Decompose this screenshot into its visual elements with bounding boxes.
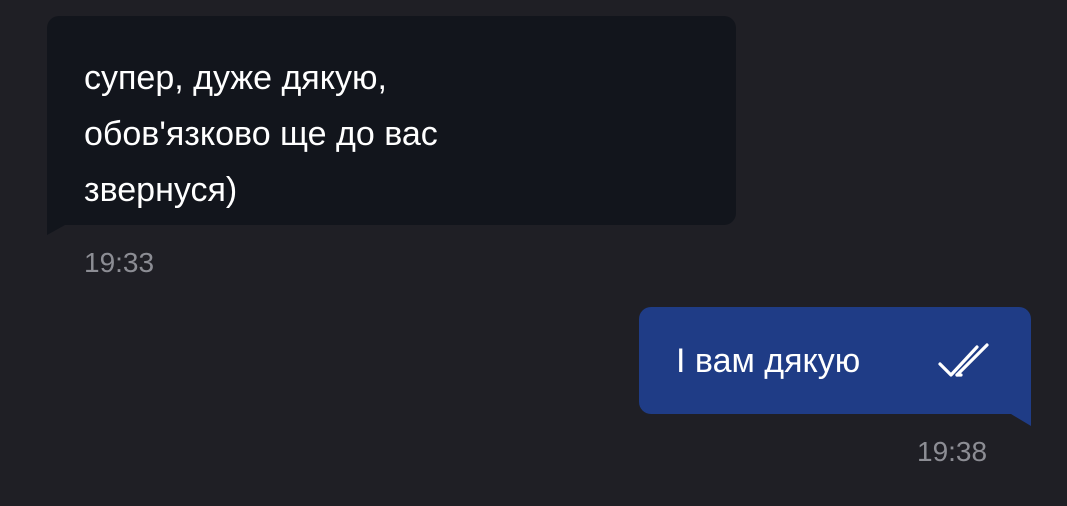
outgoing-message-text: І вам дякую (676, 341, 861, 380)
incoming-bubble-tail (47, 225, 65, 235)
incoming-message-text: супер, дуже дякую, обов'язково ще до вас… (84, 59, 438, 209)
incoming-message-bubble[interactable]: супер, дуже дякую, обов'язково ще до вас… (47, 16, 736, 235)
double-check-icon (938, 343, 989, 377)
outgoing-bubble-tail (1011, 414, 1031, 426)
incoming-message-time: 19:33 (84, 247, 155, 278)
outgoing-message-bubble[interactable]: І вам дякую (639, 307, 1031, 426)
chat-area: супер, дуже дякую, обов'язково ще до вас… (0, 0, 1067, 506)
outgoing-message-time: 19:38 (917, 436, 988, 467)
